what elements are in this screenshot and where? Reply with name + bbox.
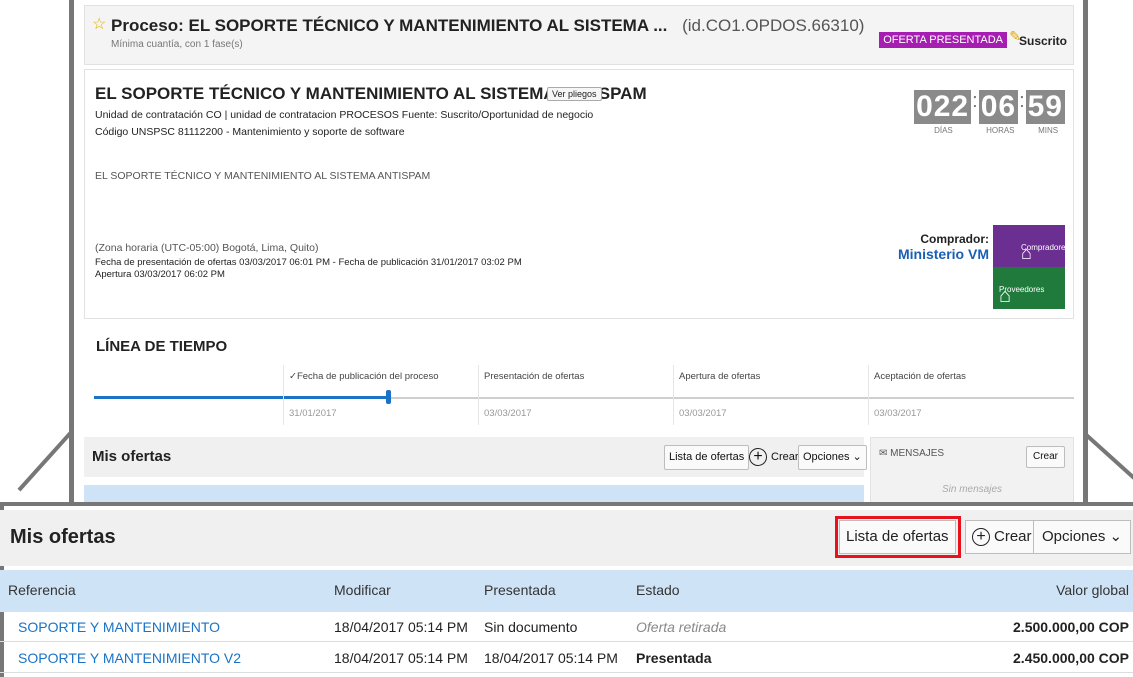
col-valor-global: Valor global (1056, 582, 1129, 598)
timeline-step-date: 03/03/2017 (874, 408, 922, 419)
ver-pliegos-button[interactable]: Ver pliegos (547, 87, 602, 101)
timeline-knob (386, 390, 391, 404)
row-valor: 2.500.000,00 COP (1013, 619, 1129, 635)
opciones-label: Opciones (803, 451, 850, 463)
subscribed-label: Suscrito (1018, 34, 1067, 48)
process-details-card: EL SOPORTE TÉCNICO Y MANTENIMIENTO AL SI… (84, 69, 1074, 319)
countdown-mins: 59 (1025, 90, 1065, 124)
timeline: ✓Fecha de publicación del proceso 31/01/2… (94, 365, 1074, 425)
timeline-progress (94, 396, 388, 399)
countdown-hours: 06 (978, 90, 1019, 124)
table-row[interactable]: SOPORTE Y MANTENIMIENTO 18/04/2017 05:14… (0, 612, 1133, 642)
row-presentada: 18/04/2017 05:14 PM (484, 650, 618, 666)
countdown-timer: 022:06:59 DÍAS HORAS MINS (914, 90, 1065, 135)
timeline-step-date: 03/03/2017 (679, 408, 727, 419)
zoom-mis-ofertas-bar: Mis ofertas (0, 510, 1133, 566)
col-referencia: Referencia (8, 582, 76, 598)
timezone-label: (Zona horaria (UTC-05:00) Bogotá, Lima, … (95, 242, 319, 254)
crear-button[interactable]: + Crear (744, 445, 804, 470)
zoomed-offers-panel: Mis ofertas Lista de ofertas + Crear Opci… (0, 502, 1133, 677)
plus-circle-icon: + (749, 448, 767, 467)
status-badge: OFERTA PRESENTADA (879, 32, 1007, 48)
crear-label: Crear (771, 451, 799, 463)
row-referencia-link[interactable]: SOPORTE Y MANTENIMIENTO V2 (18, 650, 241, 666)
chevron-down-icon: ⌄ (852, 451, 862, 463)
timeline-step-label: ✓Fecha de publicación del proceso (289, 371, 439, 382)
dates-line: Fecha de presentación de ofertas 03/03/2… (95, 257, 522, 268)
row-estado: Oferta retirada (636, 619, 727, 635)
mensajes-crear-button[interactable]: Crear (1025, 446, 1065, 468)
screenshot-stage: ☆ Proceso: EL SOPORTE TÉCNICO Y MANTENIM… (0, 0, 1133, 677)
mis-ofertas-bar: Mis ofertas Lista de ofertas + Crear Opci… (84, 437, 867, 477)
process-title: Proceso: EL SOPORTE TÉCNICO Y MANTENIMIE… (111, 16, 864, 36)
process-subtitle: Mínima cuantía, con 1 fase(s) (111, 39, 243, 50)
countdown-days: 022 (914, 90, 972, 124)
chevron-down-icon: ⌄ (1109, 528, 1123, 545)
process-header: ☆ Proceso: EL SOPORTE TÉCNICO Y MANTENIM… (84, 5, 1074, 65)
hours-label: HORAS (986, 126, 1015, 135)
process-description: EL SOPORTE TÉCNICO Y MANTENIMIENTO AL SI… (95, 170, 431, 182)
connector-right (1083, 432, 1133, 489)
zoom-crear-label: Crear (994, 528, 1032, 545)
secop-logo: ⌂ Compradores Proveedores ⌂ (993, 225, 1069, 309)
row-referencia-link[interactable]: SOPORTE Y MANTENIMIENTO (18, 619, 220, 635)
zoom-mis-ofertas-title: Mis ofertas (10, 526, 116, 548)
offers-table-header: Referencia Modificar Presentada Estado V… (0, 570, 1133, 612)
table-row[interactable]: SOPORTE Y MANTENIMIENTO V2 18/04/2017 05… (0, 643, 1133, 673)
row-estado: Presentada (636, 650, 712, 666)
mensajes-panel: ✉ MENSAJES Crear Sin mensajes (870, 437, 1074, 507)
row-modificar: 18/04/2017 05:14 PM (334, 650, 468, 666)
timeline-step-date: 03/03/2017 (484, 408, 532, 419)
timeline-step-date: 31/01/2017 (289, 408, 337, 419)
process-id: (id.CO1.OPDOS.66310) (682, 16, 865, 35)
row-valor: 2.450.000,00 COP (1013, 650, 1129, 666)
highlight-box (835, 516, 961, 558)
title-text: EL SOPORTE TÉCNICO Y MANTENIMIENTO AL SI… (188, 16, 668, 35)
zoom-crear-button[interactable]: + Crear (965, 520, 1039, 554)
mis-ofertas-title: Mis ofertas (92, 448, 172, 465)
timeline-divider (673, 365, 674, 425)
unit-line: Unidad de contratación CO | unidad de co… (95, 109, 594, 121)
plus-circle-icon: + (972, 528, 990, 547)
zoom-opciones-button[interactable]: Opciones ⌄ (1033, 520, 1132, 554)
supplier-house-icon: ⌂ (999, 285, 1012, 307)
row-presentada: Sin documento (484, 619, 578, 635)
timeline-divider (283, 365, 284, 425)
buyer-name[interactable]: Ministerio VM (898, 246, 989, 262)
timeline-step-label: Apertura de ofertas (679, 371, 761, 382)
col-modificar: Modificar (334, 582, 391, 598)
connector-left (17, 429, 75, 492)
envelope-icon: ✉ (879, 448, 888, 459)
timeline-divider (868, 365, 869, 425)
timeline-divider (478, 365, 479, 425)
zoom-opciones-label: Opciones (1042, 528, 1106, 545)
lista-ofertas-button[interactable]: Lista de ofertas (664, 445, 750, 470)
col-estado: Estado (636, 582, 680, 598)
timeline-step-label: Aceptación de ofertas (874, 371, 966, 382)
logo-top-text: Compradores (1021, 243, 1070, 252)
days-label: DÍAS (934, 126, 953, 135)
mins-label: MINS (1038, 126, 1059, 135)
timeline-title: LÍNEA DE TIEMPO (96, 338, 228, 355)
buyer-label: Comprador: (920, 232, 989, 246)
unspsc-line: Código UNSPSC 81112200 - Mantenimiento y… (95, 126, 405, 138)
timeline-step-label: Presentación de ofertas (484, 371, 585, 382)
buyer-info: Comprador: Ministerio VM (898, 232, 989, 262)
col-presentada: Presentada (484, 582, 556, 598)
title-prefix: Proceso: (111, 16, 184, 35)
star-icon[interactable]: ☆ (92, 14, 106, 34)
row-modificar: 18/04/2017 05:14 PM (334, 619, 468, 635)
mensajes-title: MENSAJES (890, 448, 945, 459)
apertura-line: Apertura 03/03/2017 06:02 PM (95, 269, 225, 280)
opciones-button[interactable]: Opciones ⌄ (798, 445, 867, 470)
main-frame: ☆ Proceso: EL SOPORTE TÉCNICO Y MANTENIM… (69, 0, 1088, 520)
mensajes-empty: Sin mensajes (941, 484, 1003, 495)
